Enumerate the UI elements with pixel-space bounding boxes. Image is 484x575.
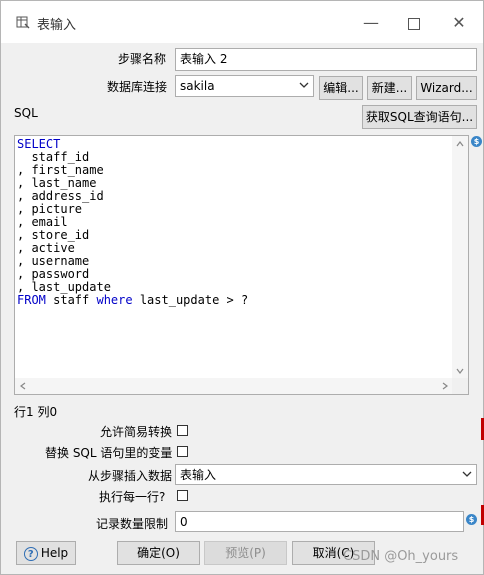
sql-line: , address_id (17, 189, 104, 203)
close-icon: ✕ (452, 13, 466, 32)
scroll-up-icon[interactable] (455, 139, 465, 149)
sql-label: SQL (14, 106, 38, 120)
sql-line: , username (17, 254, 90, 268)
scroll-down-icon[interactable] (455, 366, 465, 376)
scroll-right-icon[interactable] (440, 381, 450, 391)
replace-variables-checkbox[interactable] (177, 446, 188, 457)
horizontal-scrollbar[interactable] (15, 378, 453, 394)
cursor-position: 行1 列0 (14, 405, 58, 419)
sql-text: SELECT staff_id , first_name , last_name… (17, 138, 248, 307)
help-icon: ? (23, 546, 38, 561)
insert-from-step-value: 表输入 (180, 468, 217, 482)
sql-line: , first_name (17, 163, 104, 177)
help-button[interactable]: ? Help (16, 541, 76, 565)
insert-from-step-select[interactable]: 表输入 (175, 464, 477, 485)
scrollbar-corner (452, 378, 468, 394)
minimize-button[interactable]: — (356, 9, 386, 37)
execute-each-row-checkbox[interactable] (177, 490, 188, 501)
sql-editor[interactable]: SELECT staff_id , first_name , last_name… (14, 135, 469, 395)
sql-line: , picture (17, 202, 83, 216)
get-sql-button[interactable]: 获取SQL查询语句... (362, 105, 477, 129)
insert-from-step-label: 从步骤插入数据 (88, 469, 173, 483)
sql-line: , last_update (17, 280, 111, 294)
chevron-down-icon (299, 82, 309, 88)
step-name-label: 步骤名称 (118, 52, 167, 66)
db-connection-select[interactable]: sakila (175, 75, 314, 97)
window-title: 表输入 (37, 18, 77, 33)
lazy-conversion-label: 允许简易转换 (100, 425, 173, 439)
watermark: CSDN @Oh_yours (343, 549, 459, 564)
lazy-conversion-checkbox[interactable] (177, 425, 188, 436)
execute-each-row-label: 执行每一行? (99, 490, 166, 504)
close-button[interactable]: ✕ (444, 9, 474, 37)
variable-icon: $ (466, 514, 477, 525)
sql-keyword: where (96, 293, 133, 307)
step-name-input[interactable]: 表输入 2 (175, 48, 477, 71)
sql-line: last_update > ? (132, 293, 249, 307)
sql-line: , email (17, 215, 68, 229)
chevron-down-icon (462, 471, 472, 477)
sql-line: , store_id (17, 228, 90, 242)
sql-keyword: FROM (17, 293, 46, 307)
sql-line: , password (17, 267, 90, 281)
preview-button[interactable]: 预览(P) (204, 541, 287, 565)
help-label: Help (40, 546, 69, 560)
wizard-button[interactable]: Wizard... (416, 76, 477, 100)
maximize-icon (408, 17, 420, 30)
replace-variables-label: 替换 SQL 语句里的变量 (45, 446, 173, 460)
edit-connection-button[interactable]: 编辑... (319, 76, 363, 100)
variable-icon: $ (471, 136, 482, 147)
db-connection-label: 数据库连接 (107, 80, 168, 94)
record-limit-input[interactable]: 0 (175, 511, 464, 532)
table-input-dialog: 表输入 — ✕ 步骤名称 表输入 2 数据库连接 sakila 编辑... 新建… (0, 0, 484, 575)
scroll-left-icon[interactable] (18, 381, 28, 391)
new-connection-button[interactable]: 新建... (367, 76, 412, 100)
title-bar: 表输入 — ✕ (1, 1, 483, 43)
sql-line: , last_name (17, 176, 97, 190)
vertical-scrollbar[interactable] (452, 136, 468, 379)
record-limit-label: 记录数量限制 (96, 517, 169, 531)
sql-line: staff (45, 293, 97, 307)
table-input-icon (16, 16, 30, 29)
ok-button[interactable]: 确定(O) (117, 541, 200, 565)
maximize-button[interactable] (399, 9, 429, 37)
db-connection-value: sakila (180, 79, 215, 93)
sql-line: staff_id (17, 150, 90, 164)
minimize-icon: — (363, 13, 379, 32)
sql-line: , active (17, 241, 75, 255)
sql-keyword: SELECT (17, 137, 61, 151)
